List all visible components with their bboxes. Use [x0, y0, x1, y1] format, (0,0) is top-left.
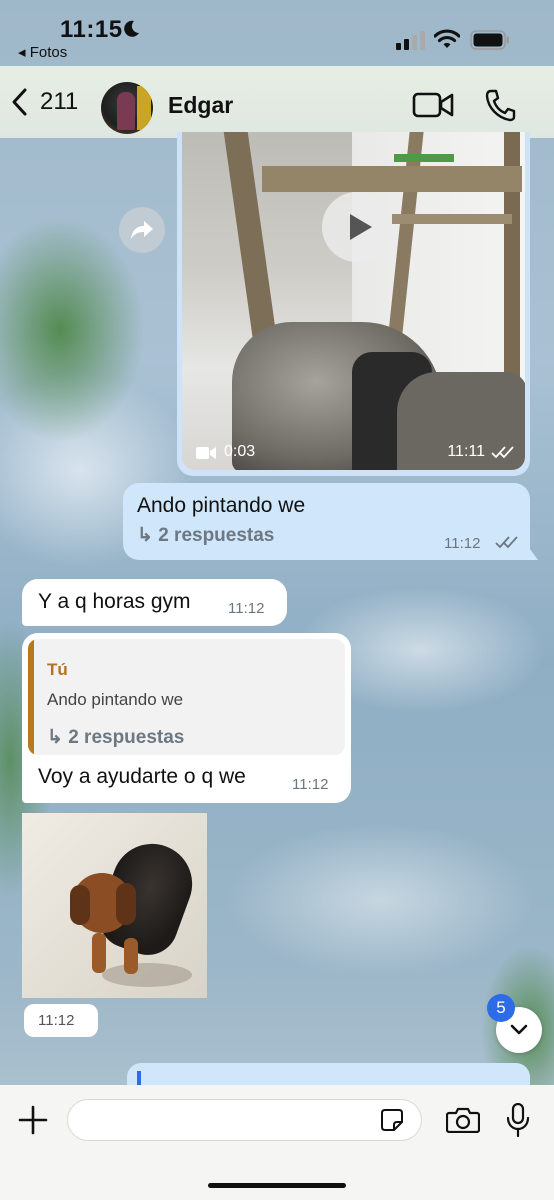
back-to-app-link[interactable]: ◂ Fotos [18, 43, 67, 61]
photo-timestamp: 11:12 [24, 1004, 98, 1037]
read-ticks-icon [495, 536, 518, 549]
incoming-reply-message[interactable]: Tú Ando pintando we ↳ 2 respuestas Voy a… [22, 633, 351, 803]
video-message[interactable]: 0:03 11:11 [177, 132, 530, 476]
outgoing-message[interactable]: Ando pintando we ↳ 2 respuestas 11:12 [123, 483, 530, 560]
play-icon [350, 214, 372, 240]
message-time: 11:12 [228, 600, 265, 617]
video-meta: 0:03 11:11 [192, 442, 515, 464]
chat-header: 211 Edgar [0, 66, 554, 138]
status-time: 11:15 [60, 16, 123, 43]
bubble-tail [522, 538, 538, 560]
message-text: Ando pintando we [137, 494, 306, 517]
forward-icon [131, 221, 153, 239]
thread-replies-link[interactable]: ↳ 2 respuestas [47, 726, 184, 749]
composer-bar [0, 1085, 554, 1200]
status-bar: 11:15 ◂ Fotos [0, 0, 554, 66]
video-duration: 0:03 [224, 443, 256, 460]
video-call-icon[interactable] [412, 90, 454, 120]
phone-icon[interactable] [484, 88, 516, 122]
read-ticks-icon [491, 446, 514, 459]
thread-replies-link[interactable]: ↳ 2 respuestas [137, 524, 274, 547]
message-text: Y a q horas gym [38, 590, 191, 613]
plus-icon[interactable] [18, 1105, 48, 1135]
photo-message[interactable] [22, 813, 207, 998]
camera-icon[interactable] [446, 1107, 480, 1133]
quote-author: Tú [47, 660, 68, 679]
home-indicator [208, 1183, 346, 1188]
message-time: 11:12 [444, 535, 481, 552]
chevron-left-icon [12, 88, 27, 116]
forward-button[interactable] [119, 207, 165, 253]
chevron-down-icon [510, 1024, 528, 1035]
moon-icon [124, 20, 139, 37]
message-time: 11:12 [38, 1012, 75, 1029]
avatar[interactable] [101, 82, 153, 134]
video-camera-icon [196, 447, 216, 459]
message-input[interactable] [67, 1099, 422, 1141]
message-time: 11:11 [447, 443, 485, 460]
quoted-message[interactable]: Tú Ando pintando we ↳ 2 respuestas [28, 639, 345, 755]
back-button[interactable]: 211 [10, 84, 78, 120]
quote-text: Ando pintando we [47, 690, 184, 709]
message-time: 11:12 [292, 776, 329, 793]
incoming-message[interactable]: Y a q horas gym 11:12 [22, 579, 287, 626]
microphone-icon[interactable] [506, 1103, 530, 1137]
message-text: Voy a ayudarte o q we [38, 765, 246, 788]
sticker-icon[interactable] [380, 1108, 404, 1132]
video-thumbnail[interactable]: 0:03 11:11 [182, 132, 525, 470]
unread-chats-count: 211 [40, 88, 79, 115]
play-button[interactable] [322, 192, 392, 262]
wifi-icon [434, 29, 460, 48]
battery-icon [470, 30, 509, 50]
unread-badge: 5 [487, 994, 515, 1022]
contact-name[interactable]: Edgar [168, 92, 233, 119]
signal-icon [396, 31, 425, 50]
